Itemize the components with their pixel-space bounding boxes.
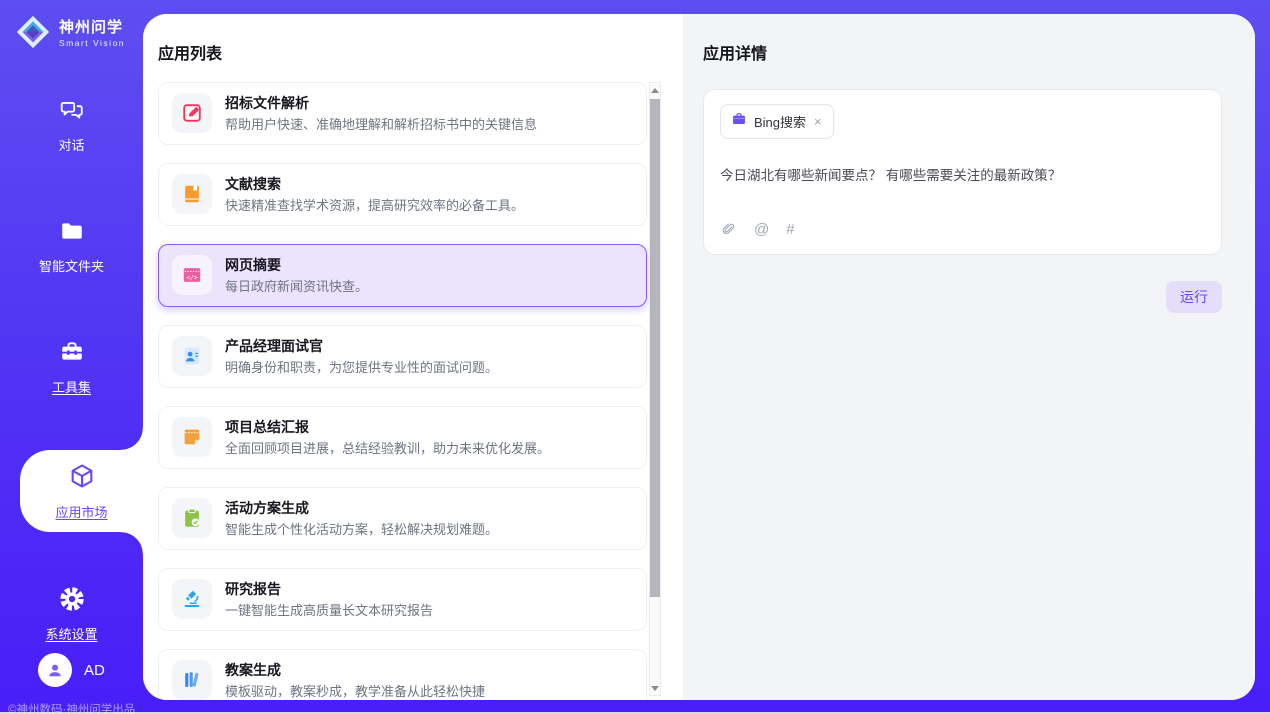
app-item-name: 研究报告: [225, 580, 433, 598]
sidebar-nav: 对话智能文件夹工具集应用市场系统设置: [0, 87, 143, 653]
sidebar-item-label: 对话: [58, 135, 84, 154]
logo-title: 神州问学: [59, 16, 125, 37]
app-list-title: 应用列表: [158, 40, 222, 64]
app-item-description: 智能生成个性化活动方案，轻松解决规划难题。: [225, 521, 498, 539]
app-item-name: 教案生成: [225, 661, 485, 679]
app-detail-title: 应用详情: [703, 40, 1222, 64]
user-name: AD: [84, 662, 105, 679]
main-panel: 应用列表 招标文件解析帮助用户快速、准确地理解和解析招标书中的关键信息文献搜索快…: [143, 14, 1255, 700]
books-icon: [172, 660, 212, 700]
sidebar-item-smart-folder[interactable]: 智能文件夹: [0, 208, 143, 285]
user-profile[interactable]: AD: [0, 653, 143, 687]
chat-icon: [59, 97, 85, 128]
svg-text:</>: </>: [186, 273, 198, 281]
app-detail-panel: 应用详情 Bing搜索 ×: [683, 14, 1255, 700]
app-item-description: 模板驱动，教案秒成，教学准备从此轻松快捷: [225, 683, 485, 700]
app-list-item[interactable]: 文献搜索快速精准查找学术资源，提高研究效率的必备工具。: [158, 163, 647, 226]
tool-chip-label: Bing搜索: [754, 112, 806, 131]
app-list-item[interactable]: 活动方案生成智能生成个性化活动方案，轻松解决规划难题。: [158, 487, 647, 550]
folder-icon: [59, 218, 85, 249]
sidebar-item-label: 智能文件夹: [39, 256, 104, 275]
app-item-description: 快速精准查找学术资源，提高研究效率的必备工具。: [225, 197, 524, 215]
app-item-description: 帮助用户快速、准确地理解和解析招标书中的关键信息: [225, 116, 537, 134]
close-icon[interactable]: ×: [813, 115, 823, 128]
sidebar-item-settings[interactable]: 系统设置: [0, 576, 143, 653]
app-list-item[interactable]: 产品经理面试官明确身份和职责，为您提供专业性的面试问题。: [158, 325, 647, 388]
input-toolbar: @ #: [720, 221, 1205, 238]
sidebar-item-label: 应用市场: [55, 502, 107, 521]
app-item-name: 产品经理面试官: [225, 337, 498, 355]
sidebar-item-toolset[interactable]: 工具集: [0, 329, 143, 406]
book-icon: [172, 174, 212, 214]
app-item-name: 项目总结汇报: [225, 418, 550, 436]
tender-doc-icon: [172, 93, 212, 133]
attachment-icon[interactable]: [720, 221, 737, 238]
app-list-item[interactable]: 教案生成模板驱动，教案秒成，教学准备从此轻松快捷: [158, 649, 647, 700]
app-list-item[interactable]: </> 网页摘要每日政府新闻资讯快查。: [158, 244, 647, 307]
copyright-text: ©神州数码·神州问学出品: [0, 701, 143, 714]
query-card[interactable]: Bing搜索 × 今日湖北有哪些新闻要点？ 有哪些需要关注的最新政策？ @ #: [703, 89, 1222, 255]
app-item-description: 明确身份和职责，为您提供专业性的面试问题。: [225, 359, 498, 377]
note-icon: [172, 417, 212, 457]
app-item-description: 一键智能生成高质量长文本研究报告: [225, 602, 433, 620]
sidebar-item-app-market[interactable]: 应用市场: [20, 450, 143, 532]
gear-icon: [59, 586, 85, 617]
user-icon: [38, 653, 72, 687]
microscope-icon: [172, 579, 212, 619]
app-list: 招标文件解析帮助用户快速、准确地理解和解析招标书中的关键信息文献搜索快速精准查找…: [158, 82, 647, 700]
app-item-name: 网页摘要: [225, 256, 368, 274]
query-text[interactable]: 今日湖北有哪些新闻要点？ 有哪些需要关注的最新政策？: [720, 166, 1205, 186]
app-list-panel: 应用列表 招标文件解析帮助用户快速、准确地理解和解析招标书中的关键信息文献搜索快…: [143, 14, 683, 700]
app-item-name: 活动方案生成: [225, 499, 498, 517]
app-list-item[interactable]: 研究报告一键智能生成高质量长文本研究报告: [158, 568, 647, 631]
diamond-logo-icon: [14, 13, 52, 51]
sidebar-item-chat[interactable]: 对话: [0, 87, 143, 164]
tool-chip-bing-search[interactable]: Bing搜索 ×: [720, 104, 834, 139]
sidebar-item-label: 系统设置: [45, 624, 97, 643]
app-item-name: 文献搜索: [225, 175, 524, 193]
scroll-down-button[interactable]: [650, 681, 660, 695]
hash-icon[interactable]: #: [786, 222, 794, 237]
clipboard-check-icon: [172, 498, 212, 538]
logo: 神州问学 Smart Vision: [0, 0, 143, 51]
scroll-up-button[interactable]: [650, 83, 660, 97]
toolbox-icon: [59, 339, 85, 370]
app-item-description: 全面回顾项目进展，总结经验教训，助力未来优化发展。: [225, 440, 550, 458]
cube-icon: [68, 462, 96, 495]
run-button[interactable]: 运行: [1166, 281, 1222, 313]
sidebar: 神州问学 Smart Vision 对话智能文件夹工具集应用市场系统设置 AD …: [0, 0, 143, 714]
sidebar-item-label: 工具集: [52, 377, 91, 396]
app-item-name: 招标文件解析: [225, 94, 537, 112]
interview-icon: [172, 336, 212, 376]
app-item-description: 每日政府新闻资讯快查。: [225, 278, 368, 296]
logo-subtitle: Smart Vision: [59, 38, 125, 48]
app-window: 神州问学 Smart Vision 对话智能文件夹工具集应用市场系统设置 AD …: [0, 0, 1270, 714]
scrollbar[interactable]: [649, 82, 661, 696]
scrollbar-thumb[interactable]: [650, 99, 660, 597]
browser-code-icon: </>: [172, 255, 212, 295]
briefcase-icon: [731, 111, 747, 132]
mention-icon[interactable]: @: [754, 222, 769, 237]
app-list-item[interactable]: 招标文件解析帮助用户快速、准确地理解和解析招标书中的关键信息: [158, 82, 647, 145]
app-list-item[interactable]: 项目总结汇报全面回顾项目进展，总结经验教训，助力未来优化发展。: [158, 406, 647, 469]
